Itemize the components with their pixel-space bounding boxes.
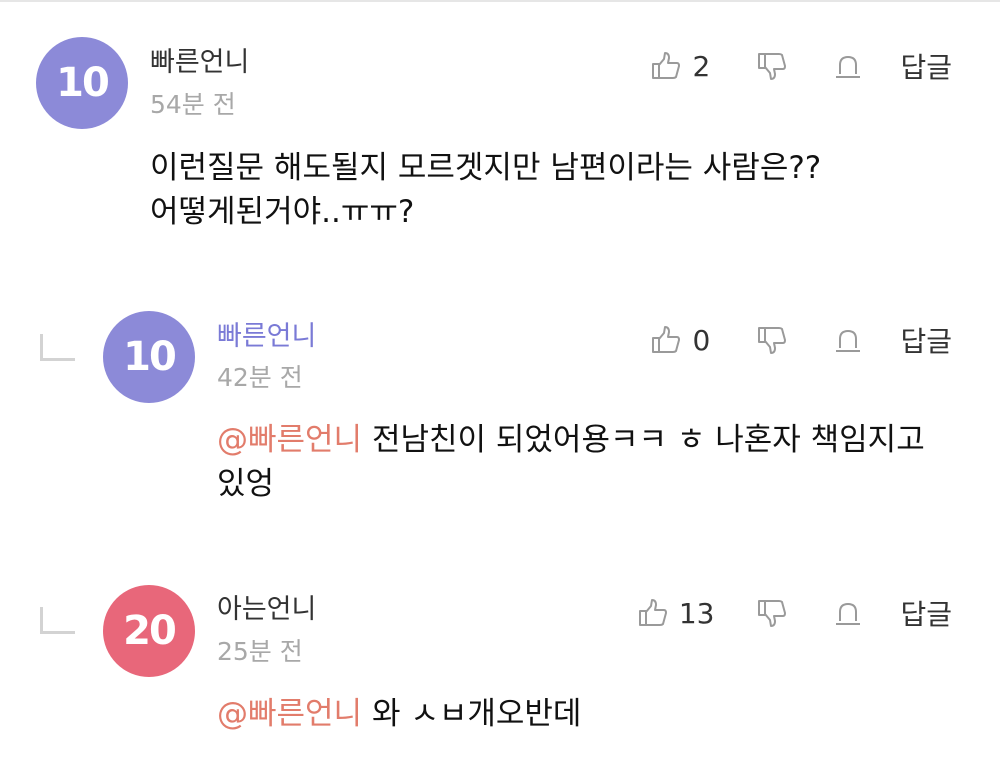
reply-button[interactable]: 답글 <box>900 320 952 360</box>
level-badge-avatar[interactable]: 10 <box>36 37 128 129</box>
reply-button[interactable]: 답글 <box>900 593 952 633</box>
like-count: 2 <box>692 49 711 83</box>
comment-text: 와 ㅅㅂ개오반데 <box>362 696 582 732</box>
top-divider <box>0 0 1000 2</box>
comment-time: 25분 전 <box>217 637 303 666</box>
comment-time: 54분 전 <box>150 90 236 119</box>
mention-link[interactable]: @빠른언니 <box>217 696 362 732</box>
like-count: 13 <box>678 596 715 630</box>
comment-actions: 2 답글 <box>648 46 952 86</box>
comment-body: @빠른언니 와 ㅅㅂ개오반데 <box>217 692 962 736</box>
comment-text: 이런질문 해도될지 모르겟지만 남편이라는 사람은?? 어떻게된거야..ㅠㅠ? <box>150 150 822 230</box>
level-badge-avatar[interactable]: 20 <box>103 585 195 677</box>
reply-indicator <box>40 607 75 634</box>
comment-actions: 0 답글 <box>648 320 952 360</box>
thumbs-up-icon[interactable] <box>648 48 684 84</box>
like-count: 0 <box>692 323 711 357</box>
comment-author[interactable]: 빠른언니 <box>217 320 316 354</box>
bell-icon[interactable] <box>830 322 866 358</box>
thumbs-down-icon[interactable] <box>754 48 790 84</box>
level-badge-number: 20 <box>123 608 177 654</box>
bell-icon[interactable] <box>830 48 866 84</box>
reply-indicator <box>40 334 75 361</box>
reply-button[interactable]: 답글 <box>900 46 952 86</box>
bell-icon[interactable] <box>830 595 866 631</box>
comment-time: 42분 전 <box>217 363 303 392</box>
thumbs-down-icon[interactable] <box>754 322 790 358</box>
comment-author[interactable]: 빠른언니 <box>150 46 249 80</box>
level-badge-number: 10 <box>56 60 110 106</box>
thumbs-up-icon[interactable] <box>635 595 671 631</box>
comment-actions: 13 답글 <box>635 593 952 633</box>
comment-body: @빠른언니 전남친이 되었어용ㅋㅋ ㅎ 나혼자 책임지고 있엉 <box>217 418 962 506</box>
thumbs-up-icon[interactable] <box>648 322 684 358</box>
level-badge-number: 10 <box>123 334 177 380</box>
comment-author[interactable]: 아는언니 <box>217 593 316 627</box>
mention-link[interactable]: @빠른언니 <box>217 422 362 458</box>
thumbs-down-icon[interactable] <box>754 595 790 631</box>
level-badge-avatar[interactable]: 10 <box>103 311 195 403</box>
comment-body: 이런질문 해도될지 모르겟지만 남편이라는 사람은?? 어떻게된거야..ㅠㅠ? <box>150 146 960 234</box>
